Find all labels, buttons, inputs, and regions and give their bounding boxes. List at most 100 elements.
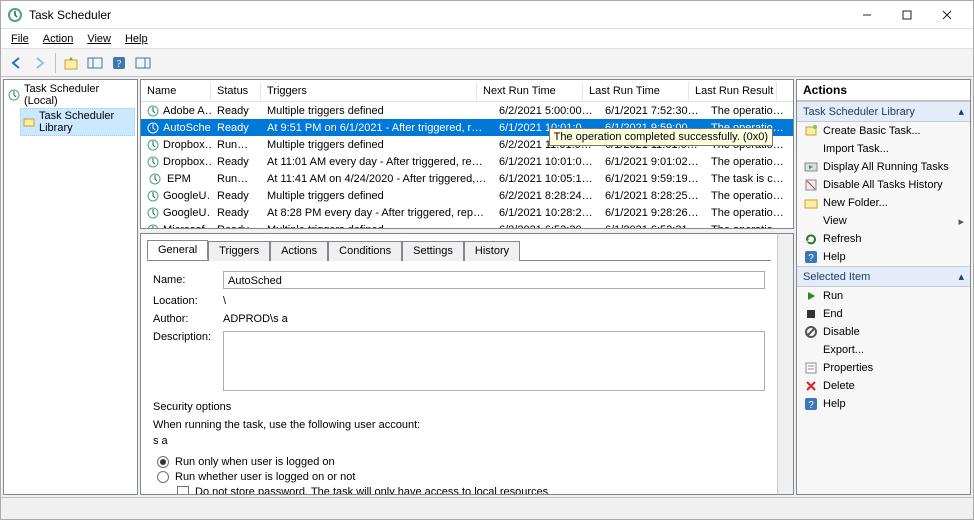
table-row[interactable]: Dropbox… Ready At 11:01 AM every day - A…	[141, 153, 793, 170]
col-triggers[interactable]: Triggers	[261, 82, 477, 100]
tab-history[interactable]: History	[464, 241, 520, 261]
main: Task Scheduler (Local) Task Scheduler Li…	[1, 77, 973, 497]
location-label: Location:	[153, 295, 223, 307]
collapse-icon: ▴	[958, 105, 964, 118]
center-pane: Name Status Triggers Next Run Time Last …	[140, 79, 794, 495]
description-label: Description:	[153, 331, 223, 343]
description-field	[223, 331, 765, 391]
action-display-all-running-tasks[interactable]: Display All Running Tasks	[797, 158, 970, 176]
folder-icon	[23, 116, 35, 128]
wand-icon	[803, 123, 819, 139]
tab-conditions[interactable]: Conditions	[328, 241, 402, 261]
nav-back-button[interactable]	[5, 52, 27, 74]
show-hide-actions-button[interactable]	[132, 52, 154, 74]
action-disable-all-tasks-history[interactable]: Disable All Tasks History	[797, 176, 970, 194]
col-status[interactable]: Status	[211, 82, 261, 100]
refresh-icon	[803, 231, 819, 247]
user-account-field: s a	[153, 435, 765, 453]
svg-text:?: ?	[808, 400, 814, 411]
col-result[interactable]: Last Run Result	[689, 82, 777, 100]
tab-triggers[interactable]: Triggers	[208, 241, 270, 261]
clock-icon	[147, 120, 159, 136]
toolbar: ?	[1, 49, 973, 77]
play-icon	[803, 288, 819, 304]
close-button[interactable]	[927, 1, 967, 29]
maximize-button[interactable]	[887, 1, 927, 29]
show-hide-tree-button[interactable]	[84, 52, 106, 74]
svg-text:?: ?	[117, 58, 122, 70]
nav-forward-button[interactable]	[29, 52, 51, 74]
author-label: Author:	[153, 313, 223, 325]
tree-pane[interactable]: Task Scheduler (Local) Task Scheduler Li…	[3, 79, 138, 495]
window-title: Task Scheduler	[29, 8, 847, 22]
action-new-folder[interactable]: New Folder...	[797, 194, 970, 212]
action-create-basic-task[interactable]: Create Basic Task...	[797, 122, 970, 140]
actions-pane: Actions Task Scheduler Library ▴ Create …	[796, 79, 971, 495]
menu-view[interactable]: View	[81, 31, 117, 47]
table-row[interactable]: Adobe A… Ready Multiple triggers defined…	[141, 102, 793, 119]
tree-root[interactable]: Task Scheduler (Local)	[6, 82, 135, 108]
tree-root-label: Task Scheduler (Local)	[24, 83, 133, 107]
action-properties[interactable]: Properties	[797, 359, 970, 377]
action-view[interactable]: View	[797, 212, 970, 230]
help-button[interactable]: ?	[108, 52, 130, 74]
action-export[interactable]: Export...	[797, 341, 970, 359]
clock-icon	[147, 171, 163, 187]
col-next[interactable]: Next Run Time	[477, 82, 583, 100]
table-row[interactable]: EPM Run… At 11:41 AM on 4/24/2020 - Afte…	[141, 170, 793, 187]
menu-action[interactable]: Action	[37, 31, 80, 47]
actions-group-selected[interactable]: Selected Item ▴	[797, 266, 970, 287]
tab-actions[interactable]: Actions	[270, 241, 328, 261]
opt-run-logged-or-not[interactable]: Run whether user is logged on or not	[157, 471, 765, 483]
minimize-button[interactable]	[847, 1, 887, 29]
svg-text:?: ?	[808, 253, 814, 264]
action-import-task[interactable]: Import Task...	[797, 140, 970, 158]
table-row[interactable]: GoogleU… Ready At 8:28 PM every day - Af…	[141, 204, 793, 221]
action-help[interactable]: ?Help	[797, 248, 970, 266]
task-list-body[interactable]: Adobe A… Ready Multiple triggers defined…	[141, 102, 793, 228]
task-list[interactable]: Name Status Triggers Next Run Time Last …	[140, 79, 794, 229]
tab-body: Name: AutoSched Location: \ Author: ADPR…	[141, 261, 777, 494]
clock-icon	[147, 137, 159, 153]
opt-no-password[interactable]: Do not store password. The task will onl…	[177, 486, 765, 494]
tree-library-label: Task Scheduler Library	[39, 110, 132, 134]
action-delete[interactable]: Delete	[797, 377, 970, 395]
statusbar	[1, 497, 973, 519]
name-field: AutoSched	[223, 271, 765, 289]
delete-icon	[803, 378, 819, 394]
checkbox-icon	[177, 486, 189, 494]
titlebar: Task Scheduler	[1, 1, 973, 29]
tree-library[interactable]: Task Scheduler Library	[20, 108, 135, 136]
task-details: General Triggers Actions Conditions Sett…	[140, 233, 794, 495]
disable-history-icon	[803, 177, 819, 193]
task-scheduler-window: Task Scheduler File Action View Help ? T…	[0, 0, 974, 520]
tab-general[interactable]: General	[147, 240, 208, 260]
clock-icon	[147, 188, 159, 204]
task-list-header: Name Status Triggers Next Run Time Last …	[141, 80, 793, 102]
details-scrollbar[interactable]	[777, 234, 793, 494]
tab-settings[interactable]: Settings	[402, 241, 464, 261]
menu-file[interactable]: File	[5, 31, 35, 47]
properties-icon	[803, 360, 819, 376]
table-row[interactable]: GoogleU… Ready Multiple triggers defined…	[141, 187, 793, 204]
action-disable[interactable]: Disable	[797, 323, 970, 341]
action-help[interactable]: ?Help	[797, 395, 970, 413]
name-label: Name:	[153, 274, 223, 286]
col-last[interactable]: Last Run Time	[583, 82, 689, 100]
radio-icon	[157, 471, 169, 483]
help-icon: ?	[803, 396, 819, 412]
actions-group-library[interactable]: Task Scheduler Library ▴	[797, 101, 970, 122]
action-run[interactable]: Run	[797, 287, 970, 305]
menu-help[interactable]: Help	[119, 31, 154, 47]
opt-run-logged-on[interactable]: Run only when user is logged on	[157, 456, 765, 468]
up-button[interactable]	[60, 52, 82, 74]
security-subtitle: When running the task, use the following…	[153, 419, 765, 431]
action-refresh[interactable]: Refresh	[797, 230, 970, 248]
radio-icon	[157, 456, 169, 468]
clock-icon	[147, 222, 159, 229]
col-name[interactable]: Name	[141, 82, 211, 100]
clock-icon	[147, 103, 159, 119]
action-end[interactable]: End	[797, 305, 970, 323]
location-value: \	[223, 295, 226, 307]
table-row[interactable]: Microsof… Ready Multiple triggers define…	[141, 221, 793, 228]
